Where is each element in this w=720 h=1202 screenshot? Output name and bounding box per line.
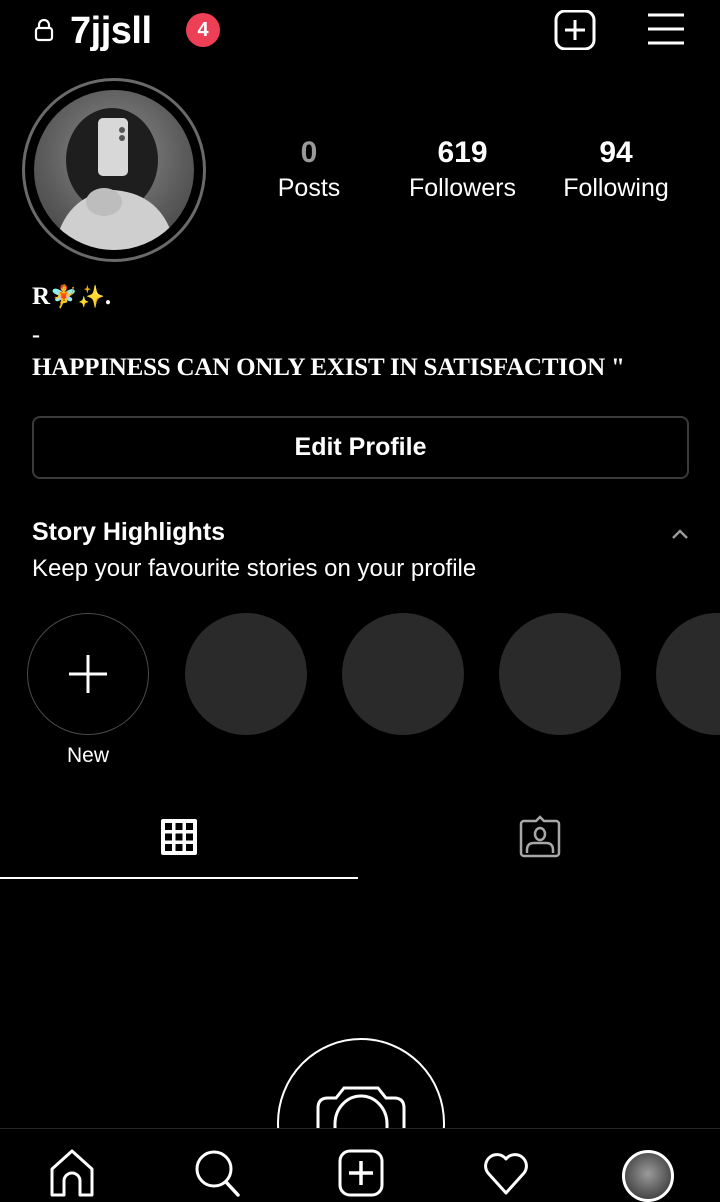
highlight-placeholder[interactable]: [185, 613, 307, 735]
stat-following[interactable]: 94 Following: [550, 134, 682, 204]
heart-icon: [484, 1153, 528, 1195]
stat-followers[interactable]: 619 Followers: [395, 134, 530, 204]
tab-posts-grid[interactable]: [0, 800, 358, 880]
following-count: 94: [599, 136, 633, 169]
search-icon: [195, 1150, 240, 1197]
avatar-photo: [54, 108, 176, 250]
hamburger-menu-icon: [648, 13, 684, 45]
grid-icon: [161, 819, 197, 855]
nav-home[interactable]: [46, 1147, 98, 1199]
highlights-title: Story Highlights: [32, 518, 226, 546]
collapse-highlights-button[interactable]: [668, 524, 692, 544]
profile-username[interactable]: 7jjsll: [70, 6, 152, 56]
highlights-subtitle: Keep your favourite stories on your prof…: [32, 555, 477, 582]
plus-square-icon: [338, 1149, 384, 1197]
posts-label: Posts: [277, 174, 341, 202]
plus-icon: [68, 654, 107, 693]
nav-profile-avatar[interactable]: [622, 1150, 674, 1202]
top-bar: 7jjsll 4: [0, 0, 720, 62]
bottom-nav: [0, 1128, 720, 1202]
bio-quote: HAPPINESS CAN ONLY EXIST IN SATISFACTION…: [32, 354, 625, 381]
new-highlight-label: New: [66, 744, 109, 767]
tagged-person-icon: [519, 815, 561, 858]
nav-create[interactable]: [335, 1147, 387, 1199]
nav-search[interactable]: [192, 1147, 244, 1199]
nav-activity[interactable]: [480, 1147, 532, 1199]
bio-name: R🧚✨.: [32, 281, 111, 314]
fairy-emoji-icon: 🧚: [50, 285, 78, 310]
stat-posts[interactable]: 0 Posts: [259, 134, 359, 204]
notification-badge: 4: [186, 13, 220, 47]
menu-button[interactable]: [644, 10, 688, 50]
following-label: Following: [563, 174, 669, 202]
bio-name-text: R: [32, 283, 51, 310]
bio-name-suffix: .: [104, 283, 112, 310]
highlight-placeholder[interactable]: [342, 613, 464, 735]
highlight-placeholder[interactable]: [499, 613, 621, 735]
new-highlight-button[interactable]: [27, 613, 149, 735]
chevron-up-icon: [672, 529, 688, 539]
bio-separator: -: [32, 322, 40, 348]
lock-icon: [34, 18, 54, 42]
followers-count: 619: [437, 136, 488, 169]
tab-tagged[interactable]: [362, 800, 720, 880]
empty-state-camera: [276, 1038, 446, 1130]
home-icon: [50, 1149, 94, 1197]
camera-icon: [277, 1038, 445, 1130]
posts-count: 0: [300, 136, 318, 169]
highlight-placeholder[interactable]: [656, 613, 720, 735]
edit-profile-button[interactable]: Edit Profile: [32, 416, 689, 479]
plus-square-icon: [554, 9, 596, 51]
active-tab-indicator: [0, 877, 358, 879]
profile-avatar[interactable]: [34, 90, 194, 250]
sparkles-emoji-icon: ✨: [77, 285, 105, 310]
followers-label: Followers: [409, 174, 516, 202]
new-post-button[interactable]: [553, 9, 597, 51]
